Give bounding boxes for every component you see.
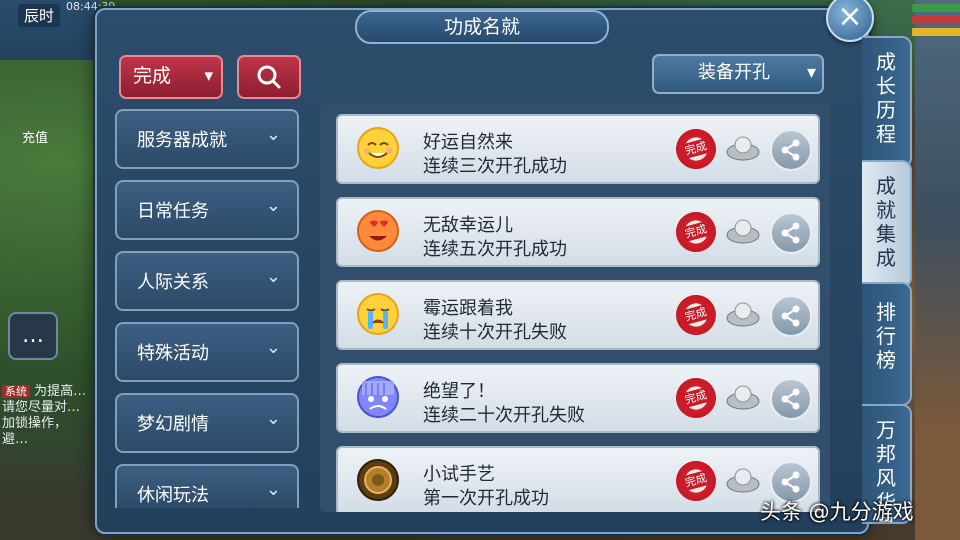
watermark: 头条 @九分游戏: [760, 500, 914, 524]
silver-ingot-icon: [726, 219, 760, 244]
tab-label: 排行榜: [876, 300, 896, 372]
hp-bar: [912, 4, 960, 12]
silver-ingot-icon: [726, 136, 760, 161]
tab-growth-history[interactable]: 成长历程: [862, 36, 912, 168]
achievement-desc: 连续三次开孔成功: [423, 156, 567, 177]
completed-stamp-icon: 完成: [671, 124, 721, 174]
category-label: 休闲玩法: [137, 485, 209, 506]
chevron-down-icon: ⌄: [265, 337, 281, 358]
completed-stamp-icon: 完成: [671, 373, 721, 423]
completed-stamp-icon: 完成: [671, 207, 721, 257]
stamp-text: 完成: [681, 303, 711, 326]
silver-ingot-icon: [726, 385, 760, 410]
game-time-label: 辰时: [18, 4, 61, 27]
chevron-down-icon: ⌄: [265, 124, 281, 145]
category-special-events[interactable]: 特殊活动 ⌄: [115, 322, 299, 382]
category-daily-tasks[interactable]: 日常任务 ⌄: [115, 180, 299, 240]
mp-bar: [912, 16, 960, 24]
achievement-desc: 连续十次开孔失败: [423, 322, 567, 343]
achievement-name: 无敌幸运儿: [423, 215, 513, 236]
category-filter-label: 装备开孔: [698, 62, 770, 83]
category-label: 服务器成就: [137, 130, 227, 151]
smile-emoji-icon: [357, 127, 399, 169]
completed-stamp-icon: 完成: [671, 290, 721, 340]
recharge-button[interactable]: 充值: [22, 127, 48, 146]
achievement-row: 无敌幸运儿 连续五次开孔成功 完成: [336, 197, 820, 267]
tab-label: 成长历程: [876, 50, 896, 146]
status-filter-label: 完成: [133, 65, 172, 87]
bronze-medal-icon: [357, 459, 399, 501]
category-leisure[interactable]: 休闲玩法 ⌄: [115, 464, 299, 508]
share-icon[interactable]: [770, 378, 812, 420]
tab-leaderboard[interactable]: 排行榜: [862, 282, 912, 406]
silver-ingot-icon: [726, 302, 760, 327]
category-label: 日常任务: [137, 201, 209, 222]
category-story[interactable]: 梦幻剧情 ⌄: [115, 393, 299, 453]
achievement-desc: 第一次开孔成功: [423, 488, 549, 509]
search-button[interactable]: [237, 55, 301, 99]
share-icon[interactable]: [770, 129, 812, 171]
system-message: 系统 为提高…请您尽量对…加锁操作，避…: [2, 384, 92, 448]
category-label: 特殊活动: [137, 343, 209, 364]
chevron-down-icon: ⌄: [265, 195, 281, 216]
achievement-name: 好运自然来: [423, 132, 513, 153]
category-label: 人际关系: [137, 272, 209, 293]
achievement-row: 霉运跟着我 连续十次开孔失败 完成: [336, 280, 820, 350]
category-label: 梦幻剧情: [137, 414, 209, 435]
category-relationships[interactable]: 人际关系 ⌄: [115, 251, 299, 311]
tab-label: 成就集成: [876, 174, 896, 270]
achievement-row: 好运自然来 连续三次开孔成功 完成: [336, 114, 820, 184]
achievement-row: 绝望了！ 连续二十次开孔失败 完成: [336, 363, 820, 433]
despair-emoji-icon: [357, 376, 399, 418]
completed-stamp-icon: 完成: [671, 456, 721, 506]
achievement-row: 小试手艺 第一次开孔成功 完成: [336, 446, 820, 512]
chat-icon[interactable]: …: [8, 312, 58, 360]
system-tag: 系统: [2, 385, 30, 398]
achievement-name: 绝望了！: [423, 381, 495, 402]
love-eyes-emoji-icon: [357, 210, 399, 252]
status-filter-dropdown[interactable]: 完成 ▾: [119, 55, 223, 99]
right-hud-strip: [912, 0, 960, 540]
achievement-desc: 连续二十次开孔失败: [423, 405, 585, 426]
chevron-down-icon: ⌄: [265, 408, 281, 429]
stamp-text: 完成: [681, 386, 711, 409]
chevron-down-icon: ⌄: [265, 266, 281, 287]
tab-achievement-collection[interactable]: 成就集成: [862, 160, 912, 288]
chevron-down-icon: ▾: [204, 66, 213, 86]
chevron-down-icon: ⌄: [265, 479, 281, 500]
crying-emoji-icon: [357, 293, 399, 335]
stamp-text: 完成: [681, 220, 711, 243]
achievement-list[interactable]: 好运自然来 连续三次开孔成功 完成 无敌幸运儿 连续五次开孔成功 完成 霉运跟着…: [320, 104, 830, 512]
exp-bar: [912, 28, 960, 36]
stamp-text: 完成: [681, 469, 711, 492]
stamp-text: 完成: [681, 137, 711, 160]
silver-ingot-icon: [726, 468, 760, 493]
achievement-desc: 连续五次开孔成功: [423, 239, 567, 260]
panel-title: 功成名就: [443, 16, 520, 38]
achievement-name: 小试手艺: [423, 464, 495, 485]
chevron-down-icon: ▾: [806, 62, 816, 83]
achievement-name: 霉运跟着我: [423, 298, 513, 319]
category-server-achievements[interactable]: 服务器成就 ⌄: [115, 109, 299, 169]
share-icon[interactable]: [770, 295, 812, 337]
category-filter-dropdown[interactable]: 装备开孔 ▾: [652, 54, 824, 94]
search-icon: [257, 65, 281, 89]
share-icon[interactable]: [770, 212, 812, 254]
